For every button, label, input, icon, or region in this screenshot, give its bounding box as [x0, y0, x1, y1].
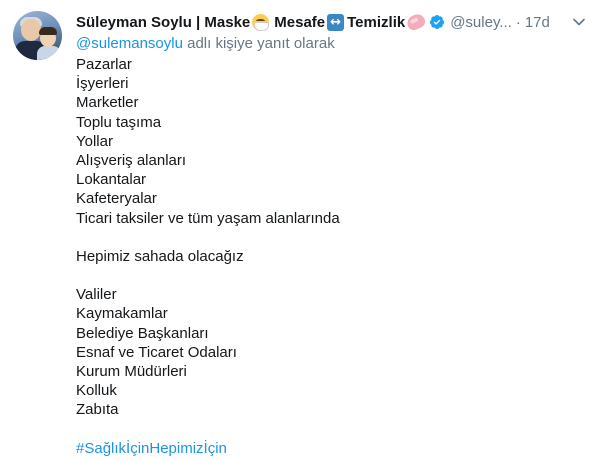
tweet-line: Zabıta: [76, 401, 119, 419]
tweet-line: Yollar: [76, 132, 113, 150]
tweet-header: Süleyman Soylu | Maske Mesafe ↔ Temizlik…: [76, 11, 550, 33]
tweet-line: Kolluk: [76, 382, 117, 400]
left-right-arrow-icon: ↔: [327, 13, 345, 31]
display-name-part1: Süleyman Soylu | Maske: [76, 13, 251, 31]
tweet-line: Esnaf ve Ticaret Odaları: [76, 343, 237, 361]
tweet-text: Pazarlar İşyerleri Marketler Toplu taşım…: [76, 55, 576, 458]
mask-face-icon: [252, 13, 270, 31]
reply-context: @sulemansoylu adlı kişiye yanıt olarak: [76, 35, 335, 52]
tweet-line: İşyerleri: [76, 75, 129, 93]
tweet-line: Kurum Müdürleri: [76, 363, 187, 380]
avatar[interactable]: [13, 11, 62, 60]
display-name[interactable]: Süleyman Soylu | Maske Mesafe ↔ Temizlik: [76, 11, 445, 33]
user-handle[interactable]: @suley...: [450, 14, 512, 31]
avatar-figure-child: [37, 46, 61, 60]
separator: ·: [515, 13, 521, 31]
avatar-hair-child: [39, 27, 57, 35]
tweet-line: Lokantalar: [76, 171, 147, 189]
reply-mention-link[interactable]: @sulemansoylu: [76, 35, 183, 52]
soap-icon: [405, 11, 428, 33]
tweet-line: Toplu taşıma: [76, 113, 162, 131]
tweet[interactable]: Süleyman Soylu | Maske Mesafe ↔ Temizlik…: [0, 0, 599, 459]
chevron-down-icon[interactable]: [571, 14, 587, 30]
tweet-line: Marketler: [76, 94, 139, 112]
tweet-line: Alışveriş alanları: [76, 151, 187, 169]
tweet-line: Kafeteryalar: [76, 190, 157, 208]
tweet-line: Valiler: [76, 286, 117, 304]
tweet-statement: Hepimiz sahada olacağız: [76, 247, 244, 265]
verified-badge-icon: [430, 15, 445, 29]
display-name-part3: Temizlik: [347, 13, 406, 31]
hashtag-link[interactable]: #SağlıkİçinHepimizİçin: [76, 439, 576, 458]
avatar-face-adult: [21, 19, 41, 41]
tweet-line: Ticari taksiler ve tüm yaşam alanlarında: [76, 209, 340, 227]
tweet-line: Kaymakamlar: [76, 305, 168, 323]
reply-context-text: adlı kişiye yanıt olarak: [182, 35, 335, 52]
tweet-timestamp[interactable]: 17d: [525, 14, 550, 31]
display-name-part2: Mesafe: [274, 13, 326, 31]
tweet-line: Belediye Başkanları: [76, 324, 209, 342]
tweet-line: Pazarlar: [76, 56, 132, 73]
